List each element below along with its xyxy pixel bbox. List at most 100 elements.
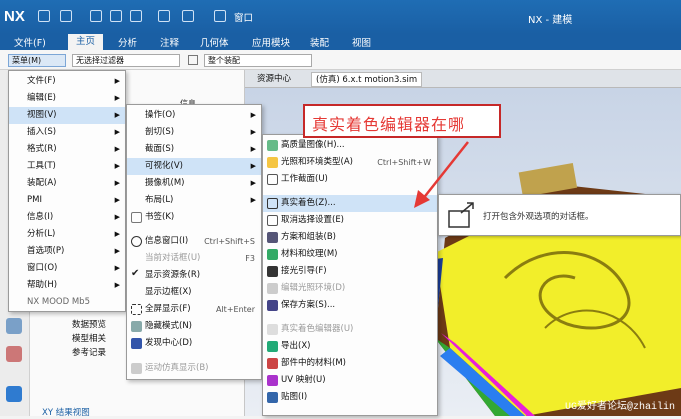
main-menu: 文件(F) ▶ 编辑(E) ▶ 视图(V) ▶ 插入(S) ▶ 格式(R) ▶ 工具(T)… [8,70,126,312]
menu-item-help[interactable]: 帮助(H) ▶ [9,277,125,294]
xy-result-view-section[interactable]: XY 结果视图 [42,406,90,418]
material-icon [267,249,278,260]
menu-item-window[interactable]: 窗口(O) ▶ [9,260,125,277]
edit-light-icon [267,283,278,294]
fullscreen-icon [131,304,142,315]
menu-item-show-resource-bar[interactable]: ✔ 显示资源条(R) [127,267,261,284]
tab-file[interactable]: 文件(F) [14,35,46,49]
discovery-icon [131,338,142,349]
title-bar: NX 窗口 NX - 建模 [0,0,681,34]
menu-item-materials[interactable]: 材料和纹理(M) [263,246,437,263]
tab-view[interactable]: 视图 [352,35,371,49]
section-icon [267,174,278,185]
save-icon[interactable] [38,10,50,22]
tab-assembly[interactable]: 装配 [310,35,329,49]
paste-icon[interactable] [130,10,142,22]
scheme-icon [267,232,278,243]
menu-item-save-scheme[interactable]: 保存方案(S)... [263,297,437,314]
tab-geometry[interactable]: 几何体 [200,35,229,49]
menu-item-bookmark[interactable]: 书签(K) [127,209,261,226]
menu-item-uv-mapping[interactable]: UV 映射(U) [263,372,437,389]
tree-item[interactable]: 数据预览 [72,318,106,330]
menu-item-file[interactable]: 文件(F) ▶ [9,73,125,90]
export-icon [267,341,278,352]
menu-item-export[interactable]: 导出(X) [263,338,437,355]
menu-item-format[interactable]: 格式(R) ▶ [9,141,125,158]
menu-item-discovery-center[interactable]: 发现中心(D) [127,335,261,352]
touch-mode-icon[interactable] [182,10,194,22]
uv-icon [267,375,278,386]
menu-item-hidden-mode[interactable]: 隐藏模式(N) [127,318,261,335]
undo-icon[interactable] [60,10,72,22]
tooltip-text: 打开包含外观选项的对话框。 [483,212,594,222]
menu-item-info[interactable]: 信息(I) ▶ [9,209,125,226]
window-switch-icon[interactable] [214,10,226,22]
callout-text: 真实着色编辑器在哪 [312,115,466,134]
view-submenu: 操作(O) ▶ 剖切(S) ▶ 截面(S) ▶ 可视化(V) ▶ 摄像机(M) ▶ 布局(… [126,104,262,380]
cut-icon[interactable] [90,10,102,22]
window-title: NX - 建模 [528,15,573,26]
motion-icon [131,363,142,374]
menu-item-section[interactable]: 剖切(S) ▶ [127,124,261,141]
menu-item-analysis[interactable]: 分析(L) ▶ [9,226,125,243]
part-material-icon [267,358,278,369]
copy-icon[interactable] [110,10,122,22]
history-icon[interactable] [6,386,22,402]
decal-icon [267,392,278,403]
menu-item-light-guide[interactable]: 接光引导(F) [263,263,437,280]
tree-item[interactable]: 参考记录 [72,346,106,358]
menu-item-part-materials[interactable]: 部件中的材料(M) [263,355,437,372]
menu-item-visualization[interactable]: 可视化(V) ▶ [127,158,261,175]
filter-icon[interactable] [188,55,198,65]
menu-item-decal[interactable]: 贴图(I) [263,389,437,406]
save-scheme-icon [267,300,278,311]
menu-item-show-border[interactable]: 显示边框(X) [127,284,261,301]
menu-item-scheme-assembly[interactable]: 方案和组装(B) [263,229,437,246]
menu-item-preferences[interactable]: 首选项(P) ▶ [9,243,125,260]
menu-item-view[interactable]: 视图(V) ▶ [9,107,125,124]
ribbon-tabs: 文件(F) 主页 分析 注释 几何体 应用模块 装配 视图 [0,34,681,50]
menu-item-operation[interactable]: 操作(O) ▶ [127,107,261,124]
filter-dropdown[interactable]: 无选择过滤器 [72,54,180,67]
menu-item-deselect-settings[interactable]: 取消选择设置(E) [263,212,437,229]
image-icon [267,140,278,151]
menu-item-layout[interactable]: 布局(L) ▶ [127,192,261,209]
open-dialog-icon [267,198,278,209]
menu-item-edit[interactable]: 编辑(E) ▶ [9,90,125,107]
menu-item-pmi[interactable]: PMI ▶ [9,192,125,209]
menu-item-true-shading-editor: 真实着色编辑器(U) [263,321,437,338]
hidden-mode-icon [131,321,142,332]
window-dropdown[interactable]: 窗口 [234,10,253,24]
repeat-icon[interactable] [158,10,170,22]
menu-item-fullscreen[interactable]: 全屏显示(F) Alt+Enter [127,301,261,318]
deselect-icon [267,215,278,226]
annotation-callout: 真实着色编辑器在哪 [303,104,501,138]
menu-item-camera[interactable]: 摄像机(M) ▶ [127,175,261,192]
menu-button[interactable]: 菜单(M) [8,54,66,67]
assembly-navigator-icon[interactable] [6,318,22,334]
menu-item-edit-lighting: 编辑光照环境(D) [263,280,437,297]
tab-applications[interactable]: 应用模块 [252,35,290,49]
document-tabs: 资源中心 (仿真) 6.x.t motion3.sim [245,70,681,88]
menu-item-cross-section[interactable]: 截面(S) ▶ [127,141,261,158]
bookmark-icon [131,212,142,223]
menu-item-mood[interactable]: NX MOOD Mb5 [9,294,125,311]
selection-bar: 菜单(M) 无选择过滤器 整个装配 [0,50,681,70]
guide-icon [267,266,278,277]
tab-sim-file[interactable]: (仿真) 6.x.t motion3.sim [311,72,423,87]
tab-home[interactable]: 主页 [68,34,104,50]
light-icon [267,157,278,168]
annotation-arrow [414,141,469,208]
scope-dropdown[interactable]: 整个装配 [204,54,312,67]
constraint-icon[interactable] [6,346,22,362]
tab-analysis[interactable]: 分析 [118,35,137,49]
menu-item-assembly[interactable]: 装配(A) ▶ [9,175,125,192]
tab-resource-center[interactable]: 资源中心 [253,72,295,87]
menu-item-insert[interactable]: 插入(S) ▶ [9,124,125,141]
menu-item-tools[interactable]: 工具(T) ▶ [9,158,125,175]
menu-item-current-dialog: 当前对话框(U) F3 [145,253,255,263]
menu-item-info-window[interactable]: 信息窗口(I) Ctrl+Shift+S [127,233,261,250]
info-icon [131,236,142,247]
tree-item[interactable]: 模型相关 [72,332,106,344]
tab-annotation[interactable]: 注释 [160,35,179,49]
